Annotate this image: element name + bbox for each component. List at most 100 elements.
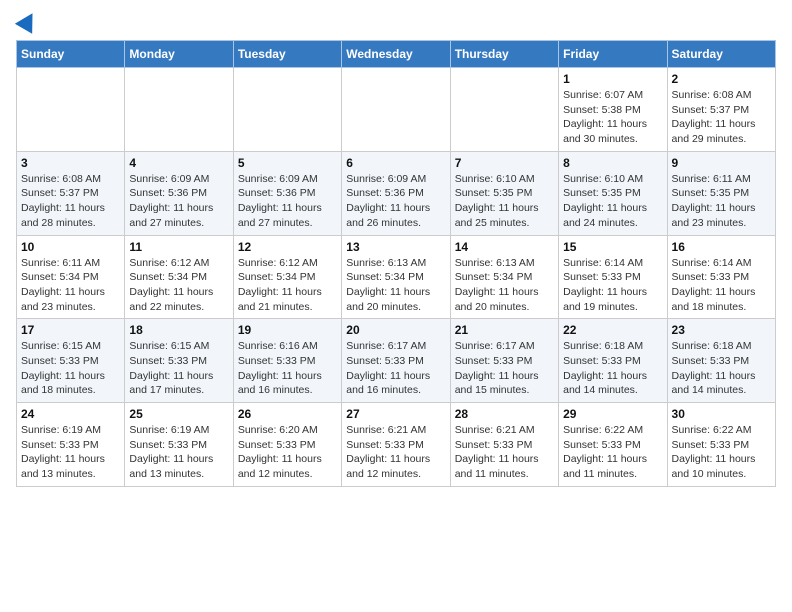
calendar-cell: 14 Sunrise: 6:13 AMSunset: 5:34 PMDayligh… — [450, 235, 558, 319]
weekday-label: Wednesday — [342, 41, 450, 68]
day-number: 21 — [455, 323, 554, 337]
logo — [16, 16, 38, 30]
day-number: 22 — [563, 323, 662, 337]
day-number: 6 — [346, 156, 445, 170]
calendar-cell: 17 Sunrise: 6:15 AMSunset: 5:33 PMDayligh… — [17, 319, 125, 403]
day-info: Sunrise: 6:08 AMSunset: 5:37 PMDaylight:… — [672, 88, 771, 147]
calendar-cell: 26 Sunrise: 6:20 AMSunset: 5:33 PMDayligh… — [233, 403, 341, 487]
day-number: 17 — [21, 323, 120, 337]
day-number: 30 — [672, 407, 771, 421]
calendar-cell: 23 Sunrise: 6:18 AMSunset: 5:33 PMDayligh… — [667, 319, 775, 403]
day-info: Sunrise: 6:13 AMSunset: 5:34 PMDaylight:… — [455, 256, 554, 315]
day-number: 24 — [21, 407, 120, 421]
calendar-week-row: 17 Sunrise: 6:15 AMSunset: 5:33 PMDayligh… — [17, 319, 776, 403]
day-info: Sunrise: 6:09 AMSunset: 5:36 PMDaylight:… — [238, 172, 337, 231]
calendar-cell — [17, 68, 125, 152]
calendar-week-row: 10 Sunrise: 6:11 AMSunset: 5:34 PMDayligh… — [17, 235, 776, 319]
calendar-cell: 7 Sunrise: 6:10 AMSunset: 5:35 PMDaylight… — [450, 151, 558, 235]
day-info: Sunrise: 6:09 AMSunset: 5:36 PMDaylight:… — [346, 172, 445, 231]
logo-triangle-icon — [15, 8, 41, 34]
calendar-cell — [450, 68, 558, 152]
calendar-week-row: 3 Sunrise: 6:08 AMSunset: 5:37 PMDaylight… — [17, 151, 776, 235]
calendar-cell — [233, 68, 341, 152]
calendar-week-row: 1 Sunrise: 6:07 AMSunset: 5:38 PMDaylight… — [17, 68, 776, 152]
day-number: 11 — [129, 240, 228, 254]
calendar-cell: 8 Sunrise: 6:10 AMSunset: 5:35 PMDaylight… — [559, 151, 667, 235]
calendar-cell: 1 Sunrise: 6:07 AMSunset: 5:38 PMDaylight… — [559, 68, 667, 152]
day-info: Sunrise: 6:07 AMSunset: 5:38 PMDaylight:… — [563, 88, 662, 147]
day-info: Sunrise: 6:16 AMSunset: 5:33 PMDaylight:… — [238, 339, 337, 398]
calendar-cell: 12Sunrise: 6:12 AMSunset: 5:34 PMDayligh… — [233, 235, 341, 319]
day-number: 8 — [563, 156, 662, 170]
day-number: 28 — [455, 407, 554, 421]
calendar-cell: 15Sunrise: 6:14 AMSunset: 5:33 PMDayligh… — [559, 235, 667, 319]
calendar-cell: 20 Sunrise: 6:17 AMSunset: 5:33 PMDayligh… — [342, 319, 450, 403]
day-info: Sunrise: 6:17 AMSunset: 5:33 PMDaylight:… — [455, 339, 554, 398]
weekday-label: Sunday — [17, 41, 125, 68]
day-number: 9 — [672, 156, 771, 170]
day-info: Sunrise: 6:14 AMSunset: 5:33 PMDaylight:… — [672, 256, 771, 315]
day-info: Sunrise: 6:21 AMSunset: 5:33 PMDaylight:… — [455, 423, 554, 482]
day-number: 27 — [346, 407, 445, 421]
day-info: Sunrise: 6:19 AMSunset: 5:33 PMDaylight:… — [129, 423, 228, 482]
day-number: 19 — [238, 323, 337, 337]
day-number: 3 — [21, 156, 120, 170]
calendar-cell: 29Sunrise: 6:22 AMSunset: 5:33 PMDayligh… — [559, 403, 667, 487]
day-number: 7 — [455, 156, 554, 170]
calendar-cell: 5 Sunrise: 6:09 AMSunset: 5:36 PMDaylight… — [233, 151, 341, 235]
calendar-cell: 2 Sunrise: 6:08 AMSunset: 5:37 PMDaylight… — [667, 68, 775, 152]
day-number: 16 — [672, 240, 771, 254]
day-number: 2 — [672, 72, 771, 86]
day-number: 5 — [238, 156, 337, 170]
day-info: Sunrise: 6:19 AMSunset: 5:33 PMDaylight:… — [21, 423, 120, 482]
calendar-cell: 27 Sunrise: 6:21 AMSunset: 5:33 PMDayligh… — [342, 403, 450, 487]
day-number: 18 — [129, 323, 228, 337]
day-number: 13 — [346, 240, 445, 254]
day-info: Sunrise: 6:18 AMSunset: 5:33 PMDaylight:… — [672, 339, 771, 398]
calendar-cell: 10 Sunrise: 6:11 AMSunset: 5:34 PMDayligh… — [17, 235, 125, 319]
day-info: Sunrise: 6:09 AMSunset: 5:36 PMDaylight:… — [129, 172, 228, 231]
calendar-cell: 11 Sunrise: 6:12 AMSunset: 5:34 PMDayligh… — [125, 235, 233, 319]
day-info: Sunrise: 6:18 AMSunset: 5:33 PMDaylight:… — [563, 339, 662, 398]
day-info: Sunrise: 6:08 AMSunset: 5:37 PMDaylight:… — [21, 172, 120, 231]
day-number: 1 — [563, 72, 662, 86]
day-info: Sunrise: 6:10 AMSunset: 5:35 PMDaylight:… — [563, 172, 662, 231]
day-info: Sunrise: 6:20 AMSunset: 5:33 PMDaylight:… — [238, 423, 337, 482]
day-info: Sunrise: 6:15 AMSunset: 5:33 PMDaylight:… — [129, 339, 228, 398]
day-info: Sunrise: 6:13 AMSunset: 5:34 PMDaylight:… — [346, 256, 445, 315]
page-header — [16, 16, 776, 30]
calendar-cell: 19 Sunrise: 6:16 AMSunset: 5:33 PMDayligh… — [233, 319, 341, 403]
day-info: Sunrise: 6:22 AMSunset: 5:33 PMDaylight:… — [563, 423, 662, 482]
weekday-label: Friday — [559, 41, 667, 68]
calendar-cell: 22 Sunrise: 6:18 AMSunset: 5:33 PMDayligh… — [559, 319, 667, 403]
calendar-cell: 13 Sunrise: 6:13 AMSunset: 5:34 PMDayligh… — [342, 235, 450, 319]
day-info: Sunrise: 6:14 AMSunset: 5:33 PMDaylight:… — [563, 256, 662, 315]
day-number: 14 — [455, 240, 554, 254]
weekday-label: Thursday — [450, 41, 558, 68]
weekday-header-row: SundayMondayTuesdayWednesdayThursdayFrid… — [17, 41, 776, 68]
day-number: 23 — [672, 323, 771, 337]
day-info: Sunrise: 6:12 AMSunset: 5:34 PMDaylight:… — [129, 256, 228, 315]
calendar-week-row: 24 Sunrise: 6:19 AMSunset: 5:33 PMDayligh… — [17, 403, 776, 487]
calendar-cell: 3 Sunrise: 6:08 AMSunset: 5:37 PMDaylight… — [17, 151, 125, 235]
day-info: Sunrise: 6:11 AMSunset: 5:35 PMDaylight:… — [672, 172, 771, 231]
calendar-cell: 25 Sunrise: 6:19 AMSunset: 5:33 PMDayligh… — [125, 403, 233, 487]
calendar-cell — [342, 68, 450, 152]
day-info: Sunrise: 6:15 AMSunset: 5:33 PMDaylight:… — [21, 339, 120, 398]
day-info: Sunrise: 6:11 AMSunset: 5:34 PMDaylight:… — [21, 256, 120, 315]
weekday-label: Saturday — [667, 41, 775, 68]
calendar-cell: 18 Sunrise: 6:15 AMSunset: 5:33 PMDayligh… — [125, 319, 233, 403]
day-info: Sunrise: 6:21 AMSunset: 5:33 PMDaylight:… — [346, 423, 445, 482]
day-number: 4 — [129, 156, 228, 170]
day-number: 25 — [129, 407, 228, 421]
weekday-label: Tuesday — [233, 41, 341, 68]
day-number: 10 — [21, 240, 120, 254]
day-number: 20 — [346, 323, 445, 337]
calendar-table: SundayMondayTuesdayWednesdayThursdayFrid… — [16, 40, 776, 487]
day-info: Sunrise: 6:10 AMSunset: 5:35 PMDaylight:… — [455, 172, 554, 231]
day-number: 26 — [238, 407, 337, 421]
day-info: Sunrise: 6:17 AMSunset: 5:33 PMDaylight:… — [346, 339, 445, 398]
calendar-cell: 21 Sunrise: 6:17 AMSunset: 5:33 PMDayligh… — [450, 319, 558, 403]
day-info: Sunrise: 6:22 AMSunset: 5:33 PMDaylight:… — [672, 423, 771, 482]
calendar-cell — [125, 68, 233, 152]
